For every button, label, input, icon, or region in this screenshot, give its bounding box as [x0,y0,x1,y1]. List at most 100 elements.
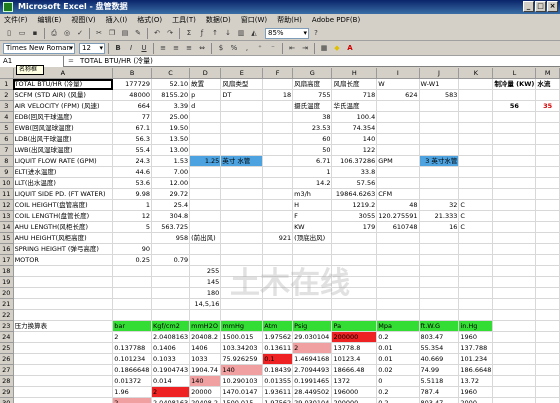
cell[interactable]: 1.25 [189,155,222,168]
cell[interactable] [262,155,294,168]
cell[interactable]: 75.926259 [220,353,264,366]
cell[interactable] [492,188,537,201]
cell[interactable]: 1960 [458,331,494,344]
print-preview-icon[interactable]: ◎ [61,27,73,39]
align-center-icon[interactable]: ≡ [170,42,182,54]
row-header[interactable]: 18 [0,265,14,278]
cell[interactable] [376,287,420,300]
cell[interactable]: 1470.0147 [220,386,264,399]
row-header[interactable]: 10 [0,177,14,190]
cell[interactable]: 304.8 [151,210,191,223]
cell[interactable] [220,111,264,124]
cell[interactable] [220,254,264,267]
cell[interactable]: Mpa [376,320,420,333]
cell[interactable] [262,144,294,157]
cell[interactable]: KW [292,221,333,234]
percent-icon[interactable]: % [228,42,240,54]
row-header[interactable]: 28 [0,375,14,388]
cell[interactable] [492,177,537,190]
cell[interactable]: 2000 [458,397,494,403]
cell[interactable]: 90 [112,243,152,256]
cell[interactable]: 803.47 [419,397,460,403]
cell[interactable]: 1.97562 [262,397,294,403]
cell[interactable] [492,331,537,344]
cell[interactable] [535,331,560,344]
cell[interactable]: 0.1033 [151,353,191,366]
cell[interactable] [535,397,560,403]
cell[interactable]: 0.25 [112,254,152,267]
row-header[interactable]: 20 [0,287,14,300]
cell[interactable]: 摄氏温度 [292,100,333,113]
cell[interactable]: ELT(进水温度) [13,166,114,179]
cell[interactable]: 3 英寸水管 [419,155,460,168]
cell[interactable] [419,254,460,267]
cell[interactable] [376,265,420,278]
cell[interactable] [419,177,460,190]
row-header[interactable]: 16 [0,243,14,256]
cell[interactable]: m3/h [292,188,333,201]
cell[interactable] [535,243,560,256]
cell[interactable]: 563.725 [151,221,191,234]
cell[interactable] [292,243,333,256]
cell[interactable]: 0.101234 [112,353,152,366]
cell[interactable] [458,298,494,311]
cell[interactable] [419,166,460,179]
cell[interactable] [458,100,494,113]
sort-ascending-icon[interactable]: ↑ [209,27,221,39]
cell[interactable]: 0.1904743 [151,364,191,377]
cell[interactable]: 1 [112,199,152,212]
cell[interactable] [331,276,378,289]
cell[interactable]: 106.37286 [331,155,378,168]
cell[interactable] [13,397,114,403]
font-size-select[interactable]: 12 [79,42,105,54]
cell[interactable]: GPM [376,155,420,168]
row-header[interactable]: 11 [0,188,14,201]
cell[interactable] [492,243,537,256]
cell[interactable] [151,276,191,289]
cell[interactable] [535,342,560,355]
cell[interactable]: 英寸 水管 [220,155,264,168]
cell[interactable]: C [458,210,494,223]
cell[interactable]: 35 [535,100,560,113]
cell[interactable]: 2.0408163 [151,331,191,344]
cell[interactable] [535,353,560,366]
cell[interactable] [220,243,264,256]
increase-indent-icon[interactable]: ⇥ [299,42,311,54]
row-header[interactable]: 8 [0,155,14,168]
cell[interactable] [376,166,420,179]
cell[interactable] [419,133,460,146]
cell[interactable]: mmH2O [189,320,222,333]
cell[interactable] [13,331,114,344]
cell[interactable] [331,243,378,256]
cell[interactable]: 风扇高度 [292,78,333,91]
cell[interactable] [151,243,191,256]
row-header[interactable]: 9 [0,166,14,179]
row-header[interactable]: 26 [0,353,14,366]
cell[interactable]: 12.00 [151,177,191,190]
cell[interactable]: 803.47 [419,331,460,344]
cell[interactable] [492,353,537,366]
cell[interactable] [535,298,560,311]
cell[interactable]: 718 [331,89,378,102]
cell[interactable]: 38 [292,111,333,124]
row-header[interactable]: 22 [0,309,14,322]
merge-center-icon[interactable]: ⇔ [196,42,208,54]
cell[interactable] [112,298,152,311]
cell[interactable] [535,199,560,212]
increase-decimal-icon[interactable]: ⁺ [254,42,266,54]
cell[interactable] [220,287,264,300]
comma-style-icon[interactable]: , [241,42,253,54]
cell[interactable] [151,265,191,278]
cell[interactable] [13,276,114,289]
cell[interactable]: 103.34203 [220,342,264,355]
cell[interactable]: C [458,221,494,234]
cell[interactable] [292,254,333,267]
cell[interactable] [535,177,560,190]
cell[interactable]: 101.234 [458,353,494,366]
cell[interactable]: CFM [376,188,420,201]
cell[interactable]: LIQUIT SIDE PD. (FT WATER) [13,188,114,201]
cell[interactable] [492,155,537,168]
cell[interactable]: 0.01 [376,353,420,366]
cell[interactable] [419,188,460,201]
cell[interactable]: 9.98 [112,188,152,201]
